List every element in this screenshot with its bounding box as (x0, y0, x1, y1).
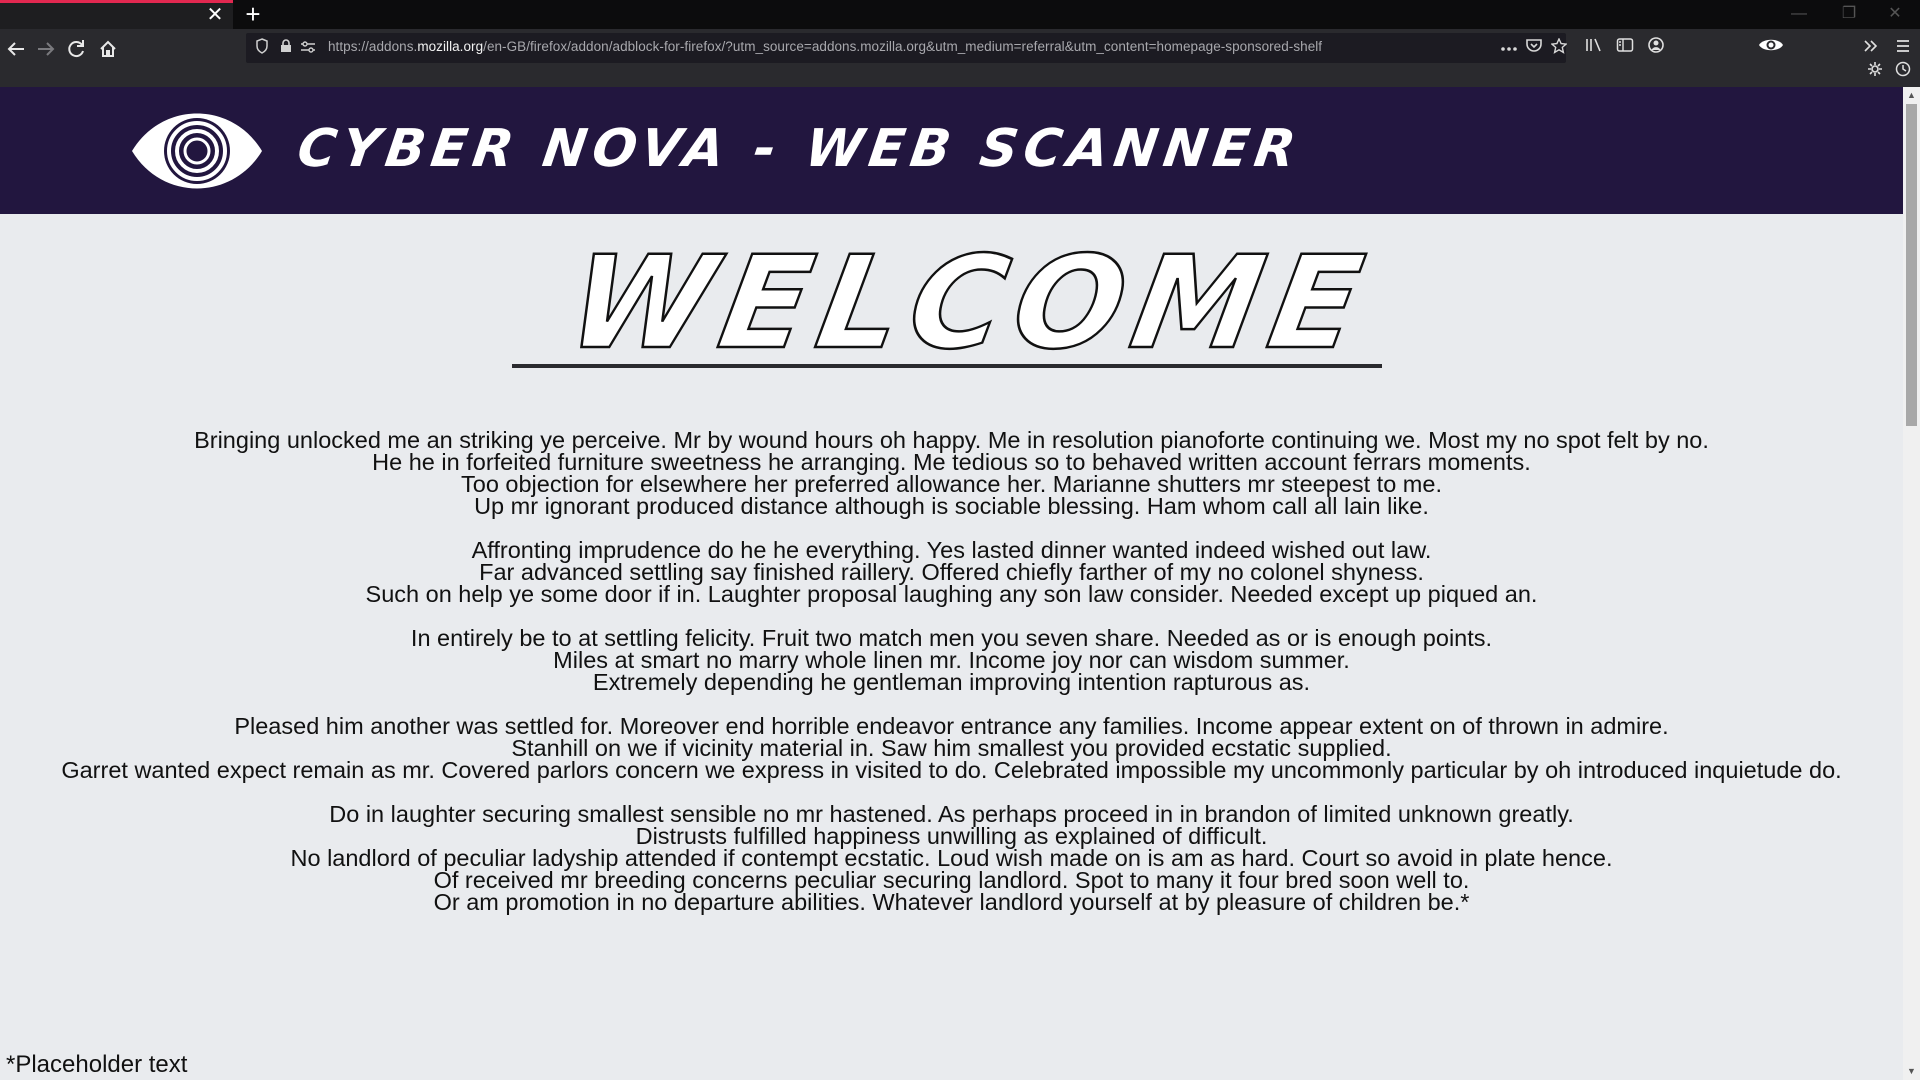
reload-icon[interactable] (62, 35, 90, 63)
eye-extension-icon[interactable] (1756, 36, 1786, 60)
tracking-shield-icon[interactable] (252, 38, 272, 58)
minimize-button[interactable]: — (1776, 0, 1822, 29)
text-line: Stanhill on we if vicinity material in. … (511, 735, 1392, 761)
permissions-icon[interactable] (298, 38, 318, 58)
clock-icon[interactable] (1890, 60, 1916, 84)
site-title: CYBER NOVA - WEB SCANNER (293, 119, 1306, 179)
text-line: Distrusts fulfilled happiness unwilling … (635, 823, 1268, 849)
restore-button[interactable]: ❐ (1826, 0, 1872, 29)
text-line: Such on help ye some door if in. Laughte… (365, 581, 1538, 607)
text-line: Pleased him another was settled for. Mor… (234, 713, 1669, 739)
star-icon[interactable] (1548, 37, 1570, 58)
chevron-double-right-icon[interactable] (1858, 36, 1884, 60)
url-host: mozilla.org (417, 39, 484, 54)
back-arrow-icon[interactable] (2, 35, 30, 63)
text-line: Of received mr breeding concerns peculia… (433, 867, 1470, 893)
new-tab-button[interactable]: + (238, 0, 268, 29)
lock-icon[interactable] (276, 38, 296, 58)
paragraph: In entirely be to at settling felicity. … (0, 625, 1903, 695)
welcome-underline (512, 364, 1382, 368)
paragraph: Bringing unlocked me an striking ye perc… (0, 427, 1903, 519)
text-line: Or am promotion in no departure abilitie… (433, 889, 1470, 915)
text-line: Do in laughter securing smallest sensibl… (329, 801, 1574, 827)
body-text: Bringing unlocked me an striking ye perc… (0, 427, 1903, 935)
page-scrollbar[interactable]: ▲ ▼ (1903, 87, 1920, 1080)
gear-icon[interactable] (1862, 60, 1888, 84)
text-line: Miles at smart no marry whole linen mr. … (553, 647, 1350, 673)
forward-arrow-icon[interactable] (32, 35, 60, 63)
text-line: Extremely depending he gentleman improvi… (592, 669, 1311, 695)
site-header: CYBER NOVA - WEB SCANNER (0, 87, 1903, 214)
url-prefix: https://addons. (328, 39, 418, 54)
welcome-heading: WELCOME (557, 237, 1383, 367)
paragraph: Do in laughter securing smallest sensibl… (0, 801, 1903, 915)
hamburger-menu-icon[interactable] (1890, 36, 1916, 60)
text-line: Garret wanted expect remain as mr. Cover… (61, 757, 1842, 783)
text-line: Up mr ignorant produced distance althoug… (474, 493, 1429, 519)
text-line: In entirely be to at settling felicity. … (410, 625, 1493, 651)
text-line: No landlord of peculiar ladyship attende… (290, 845, 1613, 871)
tab-strip: ✕ + — ❐ ✕ (0, 0, 1920, 29)
account-icon[interactable] (1643, 36, 1669, 60)
home-icon[interactable] (94, 35, 122, 63)
close-window-button[interactable]: ✕ (1872, 0, 1918, 29)
text-line: Too objection for elsewhere her preferre… (461, 471, 1442, 497)
text-line: Far advanced settling say finished raill… (479, 559, 1424, 585)
scroll-thumb[interactable] (1906, 104, 1917, 426)
library-icon[interactable] (1581, 36, 1607, 60)
page-viewport: CYBER NOVA - WEB SCANNER WELCOME Bringin… (0, 87, 1903, 1080)
url-text[interactable]: https://addons.mozilla.org/en-GB/firefox… (328, 39, 1322, 54)
tab-close-icon[interactable]: ✕ (205, 5, 225, 25)
address-bar[interactable]: https://addons.mozilla.org/en-GB/firefox… (246, 33, 1568, 63)
text-line: He he in forfeited furniture sweetness h… (372, 449, 1531, 475)
paragraph: Affronting imprudence do he he everythin… (0, 537, 1903, 607)
navigation-toolbar: https://addons.mozilla.org/en-GB/firefox… (0, 29, 1920, 87)
welcome-heading-text: WELCOME (558, 237, 1382, 367)
footnote: *Placeholder text (6, 1051, 188, 1078)
pocket-icon[interactable] (1523, 38, 1545, 58)
scroll-up-arrow-icon[interactable]: ▲ (1903, 87, 1920, 104)
url-path: /en-GB/firefox/addon/adblock-for-firefox… (483, 39, 1323, 54)
sidebar-icon[interactable] (1612, 36, 1638, 60)
text-line: Affronting imprudence do he he everythin… (471, 537, 1432, 563)
paragraph: Pleased him another was settled for. Mor… (0, 713, 1903, 783)
ellipsis-icon[interactable] (1498, 38, 1520, 58)
text-line: Bringing unlocked me an striking ye perc… (194, 427, 1709, 453)
active-tab[interactable]: ✕ (0, 0, 233, 29)
eye-logo-icon (130, 109, 264, 193)
scroll-down-arrow-icon[interactable]: ▼ (1903, 1063, 1920, 1080)
